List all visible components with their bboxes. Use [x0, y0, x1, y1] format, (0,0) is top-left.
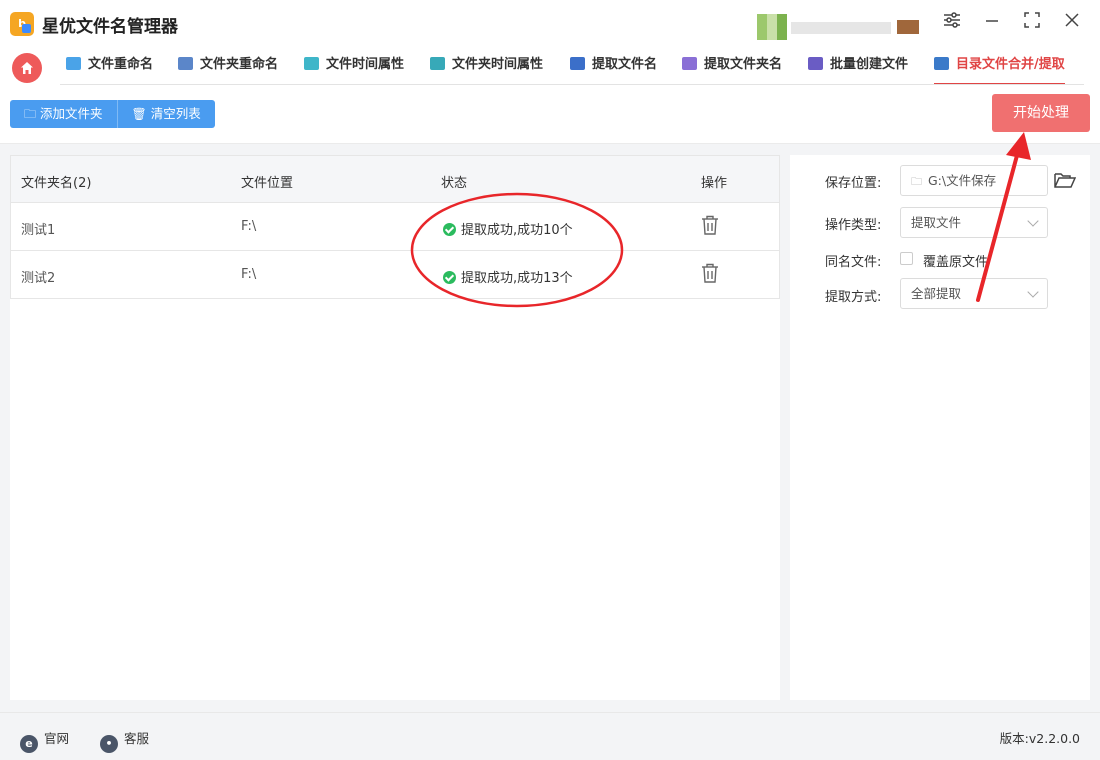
row-status: 提取成功,成功13个 — [443, 267, 573, 286]
same-name-label: 同名文件: — [825, 255, 882, 270]
tab-merge-extract[interactable]: 目录文件合并/提取 — [934, 54, 1065, 85]
chat-icon: • — [100, 735, 118, 753]
overwrite-checkbox[interactable] — [900, 252, 913, 265]
extract-filename-icon — [570, 57, 585, 70]
row-folder-name: 测试1 — [21, 223, 56, 238]
row-folder-name: 测试2 — [21, 271, 56, 286]
row-status: 提取成功,成功10个 — [443, 219, 573, 238]
support-link[interactable]: • 客服 — [100, 728, 149, 753]
overwrite-label[interactable]: 覆盖原文件 — [923, 251, 988, 270]
operation-type-select[interactable]: 提取文件 — [900, 207, 1048, 238]
title-bar: b 星优文件名管理器 — [0, 0, 1100, 46]
header-action: 操作 — [701, 176, 728, 191]
tab-extract-filename[interactable]: 提取文件名 — [570, 54, 657, 82]
browser-icon: e — [20, 735, 38, 753]
folder-table: 文件夹名(2) 文件位置 状态 操作 测试1 F:\ 提取成功,成功10个 测试… — [10, 155, 780, 700]
app-logo: b — [10, 12, 34, 36]
tab-file-rename[interactable]: 文件重命名 — [66, 54, 153, 82]
table-row[interactable]: 测试1 F:\ 提取成功,成功10个 — [10, 203, 780, 251]
app-title: 星优文件名管理器 — [42, 17, 178, 37]
tab-extract-foldername[interactable]: 提取文件夹名 — [682, 54, 782, 82]
user-badge — [897, 20, 919, 34]
save-location-label: 保存位置: — [825, 176, 882, 191]
extract-mode-label: 提取方式: — [825, 290, 882, 305]
header-location: 文件位置 — [241, 176, 294, 191]
sliders-icon[interactable] — [938, 10, 966, 36]
delete-row-icon[interactable] — [701, 263, 719, 287]
row-location: F:\ — [241, 219, 257, 234]
extract-mode-select[interactable]: 全部提取 — [900, 278, 1048, 309]
success-check-icon — [443, 223, 456, 236]
save-location-input[interactable]: 🗀 G:\文件保存 — [900, 165, 1048, 196]
maximize-icon[interactable] — [1018, 10, 1046, 36]
avatar — [757, 14, 787, 40]
browse-folder-icon[interactable] — [1054, 171, 1077, 193]
feature-tab-bar: 文件重命名 文件夹重命名 文件时间属性 文件夹时间属性 提取文件名 提取文件夹名… — [0, 46, 1100, 86]
merge-extract-icon — [934, 57, 949, 70]
header-status: 状态 — [441, 176, 468, 191]
folder-icon: 🗀 — [911, 175, 922, 188]
close-icon[interactable] — [1058, 10, 1086, 36]
tab-file-time[interactable]: 文件时间属性 — [304, 54, 404, 82]
batch-create-icon — [808, 57, 823, 70]
operation-type-label: 操作类型: — [825, 218, 882, 233]
trash-icon: 🗑 — [131, 107, 147, 121]
tab-batch-create[interactable]: 批量创建文件 — [808, 54, 908, 82]
table-header: 文件夹名(2) 文件位置 状态 操作 — [10, 155, 780, 203]
file-rename-icon — [66, 57, 81, 70]
start-processing-button[interactable]: 开始处理 — [992, 94, 1090, 132]
chevron-down-icon — [1027, 215, 1039, 227]
tab-divider — [60, 84, 1084, 85]
username-blur — [791, 22, 891, 34]
home-icon — [21, 62, 33, 74]
website-link[interactable]: e 官网 — [20, 728, 69, 753]
row-location: F:\ — [241, 267, 257, 282]
tab-folder-time[interactable]: 文件夹时间属性 — [430, 54, 543, 82]
file-time-icon — [304, 57, 319, 70]
add-folder-button[interactable]: 🗀 添加文件夹 — [10, 100, 118, 128]
tab-folder-rename[interactable]: 文件夹重命名 — [178, 54, 278, 82]
toolbar: 🗀 添加文件夹 🗑 清空列表 开始处理 — [0, 86, 1100, 144]
minimize-icon[interactable] — [978, 10, 1006, 36]
footer: e 官网 • 客服 版本:v2.2.0.0 — [0, 712, 1100, 760]
success-check-icon — [443, 271, 456, 284]
clear-list-button[interactable]: 🗑 清空列表 — [117, 100, 215, 128]
home-button[interactable] — [12, 53, 42, 83]
list-button-group: 🗀 添加文件夹 🗑 清空列表 — [10, 100, 215, 128]
folder-rename-icon — [178, 57, 193, 70]
version-label: 版本:v2.2.0.0 — [999, 731, 1080, 746]
settings-panel: 保存位置: 🗀 G:\文件保存 操作类型: 提取文件 同名文件: 覆盖原文件 提取… — [790, 155, 1090, 700]
header-folder-name: 文件夹名(2) — [21, 176, 92, 191]
extract-foldername-icon — [682, 57, 697, 70]
folder-time-icon — [430, 57, 445, 70]
folder-icon: 🗀 — [24, 107, 37, 121]
delete-row-icon[interactable] — [701, 215, 719, 239]
user-avatar-area[interactable] — [757, 14, 919, 40]
table-row[interactable]: 测试2 F:\ 提取成功,成功13个 — [10, 251, 780, 299]
chevron-down-icon — [1027, 286, 1039, 298]
